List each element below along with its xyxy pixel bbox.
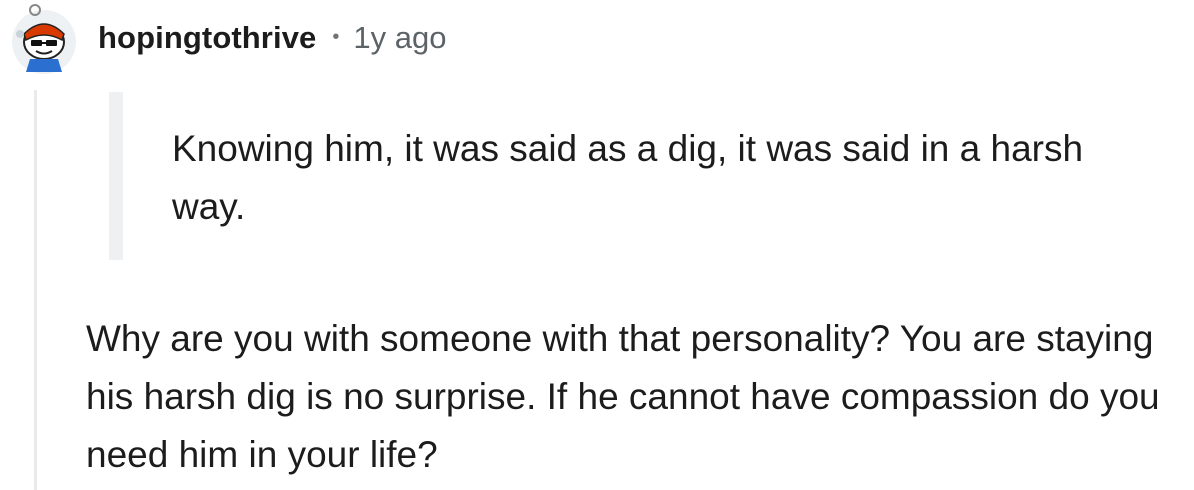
user-avatar[interactable] <box>2 4 82 74</box>
snoo-avatar-icon <box>12 4 76 74</box>
meta-separator: • <box>332 25 340 48</box>
comment-header: hopingtothrive • 1y ago <box>98 18 446 58</box>
timestamp[interactable]: 1y ago <box>353 20 446 56</box>
quote-bar <box>109 92 123 260</box>
quoted-text: Knowing him, it was said as a dig, it wa… <box>172 128 1084 227</box>
username-link[interactable]: hopingtothrive <box>98 20 316 56</box>
comment-body: Why are you with someone with that perso… <box>86 318 1160 475</box>
thread-line[interactable] <box>34 90 37 490</box>
